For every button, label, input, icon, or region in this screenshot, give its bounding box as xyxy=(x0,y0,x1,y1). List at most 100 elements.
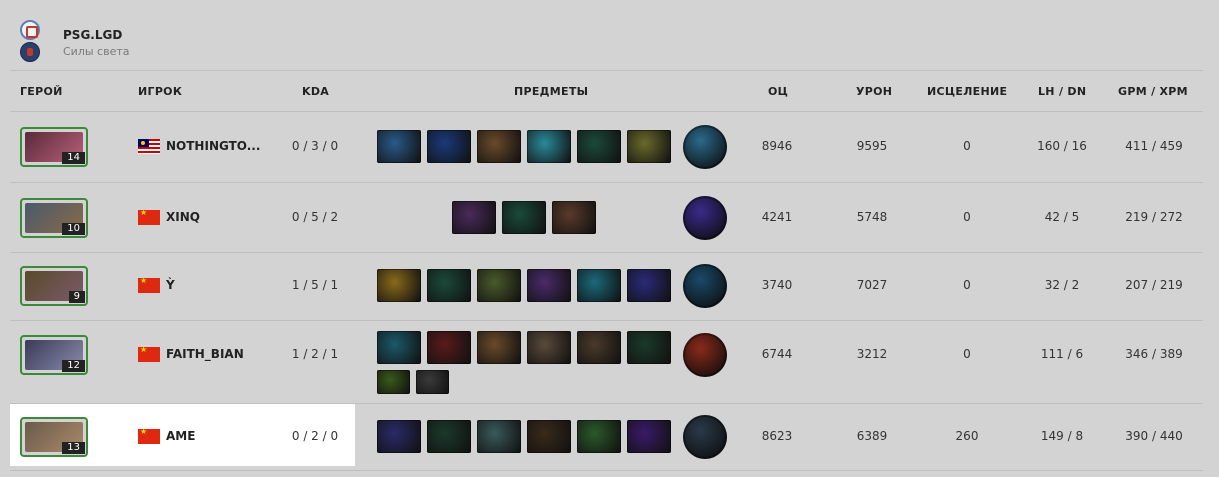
col-hero: ГЕРОЙ xyxy=(20,85,63,98)
item-icon[interactable] xyxy=(377,130,421,163)
row-divider xyxy=(10,252,1203,253)
healing-value: 0 xyxy=(963,210,971,224)
row-divider xyxy=(10,320,1203,321)
lh-dn-value: 111 / 6 xyxy=(1040,347,1084,361)
healing-value: 0 xyxy=(963,347,971,361)
item-icon[interactable] xyxy=(427,420,471,453)
row-divider xyxy=(10,470,1203,471)
col-items: ПРЕДМЕТЫ xyxy=(514,85,589,98)
neutral-item-icon[interactable] xyxy=(683,333,727,377)
healing-value: 0 xyxy=(963,139,971,153)
hero-portrait[interactable]: 13 xyxy=(20,417,88,457)
neutral-item-icon[interactable] xyxy=(683,264,727,308)
net-worth-value: 8946 xyxy=(761,139,793,153)
hero-level: 12 xyxy=(62,360,85,372)
item-icon[interactable] xyxy=(377,269,421,302)
player-name[interactable]: AME xyxy=(166,429,195,443)
kda-value: 0 / 3 / 0 xyxy=(291,139,339,153)
item-icon[interactable] xyxy=(427,331,471,364)
item-icon[interactable] xyxy=(377,331,421,364)
item-icon[interactable] xyxy=(552,201,596,234)
malaysia-flag-icon xyxy=(138,139,160,154)
item-icon[interactable] xyxy=(527,420,571,453)
damage-value: 6389 xyxy=(856,429,888,443)
item-icon[interactable] xyxy=(477,130,521,163)
col-damage: УРОН xyxy=(856,85,893,98)
item-icon[interactable] xyxy=(377,420,421,453)
kda-value: 0 / 5 / 2 xyxy=(291,210,339,224)
team-side: Силы света xyxy=(63,45,130,58)
item-icon[interactable] xyxy=(527,269,571,302)
item-icon[interactable] xyxy=(502,201,546,234)
damage-value: 7027 xyxy=(856,278,888,292)
kda-value: 1 / 2 / 1 xyxy=(291,347,339,361)
col-lh-dn: LH / DN xyxy=(1038,85,1087,98)
hero-level: 9 xyxy=(68,291,85,303)
item-icon[interactable] xyxy=(627,420,671,453)
gpm-xpm-value: 411 / 459 xyxy=(1125,139,1183,153)
kda-value: 1 / 5 / 1 xyxy=(291,278,339,292)
item-icon[interactable] xyxy=(452,201,496,234)
gpm-xpm-value: 207 / 219 xyxy=(1125,278,1183,292)
hero-level: 13 xyxy=(62,442,85,454)
gpm-xpm-value: 346 / 389 xyxy=(1125,347,1183,361)
damage-value: 9595 xyxy=(856,139,888,153)
psg-logo-icon xyxy=(20,42,40,62)
hero-portrait[interactable]: 10 xyxy=(20,198,88,238)
item-icon[interactable] xyxy=(527,331,571,364)
col-player: ИГРОК xyxy=(138,85,183,98)
hero-portrait[interactable]: 12 xyxy=(20,335,88,375)
item-icon[interactable] xyxy=(577,420,621,453)
lh-dn-value: 32 / 2 xyxy=(1044,278,1080,292)
damage-value: 3212 xyxy=(856,347,888,361)
net-worth-value: 8623 xyxy=(761,429,793,443)
item-icon[interactable] xyxy=(377,370,410,394)
team-name[interactable]: PSG.LGD xyxy=(63,28,122,42)
hero-portrait[interactable]: 9 xyxy=(20,266,88,306)
gpm-xpm-value: 390 / 440 xyxy=(1125,429,1183,443)
healing-value: 0 xyxy=(963,278,971,292)
divider xyxy=(10,70,1203,71)
col-net-worth: ОЦ xyxy=(768,85,789,98)
net-worth-value: 4241 xyxy=(761,210,793,224)
item-icon[interactable] xyxy=(416,370,449,394)
lgd-logo-icon xyxy=(20,20,40,40)
player-name[interactable]: Ỳ xyxy=(166,278,175,292)
china-flag-icon xyxy=(138,427,160,444)
item-icon[interactable] xyxy=(577,130,621,163)
item-icon[interactable] xyxy=(627,331,671,364)
hero-level: 14 xyxy=(62,152,85,164)
lh-dn-value: 160 / 16 xyxy=(1037,139,1087,153)
item-icon[interactable] xyxy=(477,331,521,364)
player-name[interactable]: FAITH_BIAN xyxy=(166,347,244,361)
item-icon[interactable] xyxy=(527,130,571,163)
lh-dn-value: 149 / 8 xyxy=(1040,429,1084,443)
healing-value: 260 xyxy=(955,429,979,443)
player-name[interactable]: XINQ xyxy=(166,210,200,224)
net-worth-value: 6744 xyxy=(761,347,793,361)
col-kda: KDA xyxy=(302,85,330,98)
player-name[interactable]: NOTHINGTO... xyxy=(166,139,260,153)
item-icon[interactable] xyxy=(477,269,521,302)
divider xyxy=(10,111,1203,112)
item-icon[interactable] xyxy=(627,130,671,163)
hero-portrait[interactable]: 14 xyxy=(20,127,88,167)
item-icon[interactable] xyxy=(627,269,671,302)
hero-level: 10 xyxy=(62,223,85,235)
item-icon[interactable] xyxy=(477,420,521,453)
col-healing: ИСЦЕЛЕНИЕ xyxy=(927,85,1008,98)
row-divider xyxy=(10,182,1203,183)
neutral-item-icon[interactable] xyxy=(683,125,727,169)
neutral-item-icon[interactable] xyxy=(683,196,727,240)
item-icon[interactable] xyxy=(577,269,621,302)
neutral-item-icon[interactable] xyxy=(683,415,727,459)
item-icon[interactable] xyxy=(427,130,471,163)
item-icon[interactable] xyxy=(427,269,471,302)
col-gpm-xpm: GPM / XPM xyxy=(1118,85,1188,98)
item-icon[interactable] xyxy=(577,331,621,364)
gpm-xpm-value: 219 / 272 xyxy=(1125,210,1183,224)
kda-value: 0 / 2 / 0 xyxy=(291,429,339,443)
net-worth-value: 3740 xyxy=(761,278,793,292)
china-flag-icon xyxy=(138,345,160,362)
china-flag-icon xyxy=(138,208,160,225)
